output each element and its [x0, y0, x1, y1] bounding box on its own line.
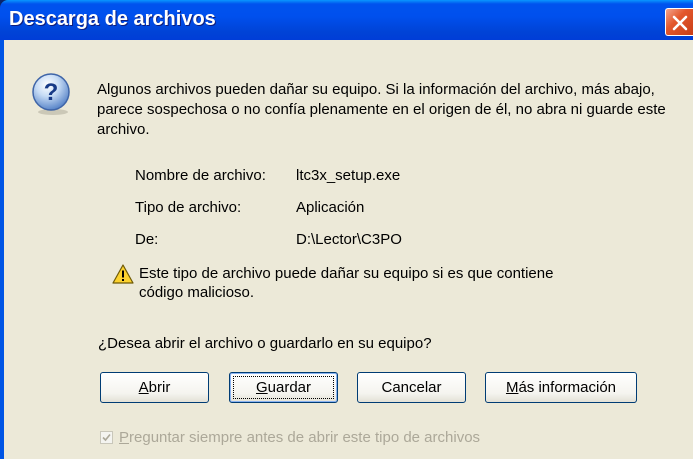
file-type-label: Tipo de archivo: — [135, 199, 242, 216]
file-name-value: ltc3x_setup.exe — [296, 167, 401, 184]
more-info-mnemonic: M — [505, 379, 519, 396]
cancel-button[interactable]: Cancelar — [357, 372, 466, 403]
always-ask-text: reguntar siempre antes de abrir este tip… — [129, 429, 481, 446]
focus-rectangle — [233, 376, 334, 399]
file-source-label: De: — [135, 231, 159, 248]
open-or-save-question: ¿Desea abrir el archivo o guardarlo en s… — [98, 335, 432, 352]
always-ask-mnemonic: P — [119, 429, 130, 446]
dialog-body: ? Algunos archivos pueden dañar su equip… — [4, 40, 693, 459]
file-name-label: Nombre de archivo: — [135, 167, 266, 184]
warning-message: Algunos archivos pueden dañar su equipo.… — [97, 81, 666, 138]
more-info-button[interactable]: Más información — [485, 372, 637, 403]
always-ask-checkbox — [100, 431, 113, 444]
window-title: Descarga de archivos — [9, 8, 216, 30]
checkmark-icon — [102, 433, 111, 442]
file-download-dialog: Descarga de archivos ? Algunos archivos … — [0, 0, 693, 459]
file-source-value: D:\Lector\C3PO — [296, 231, 402, 248]
close-button[interactable] — [665, 8, 693, 36]
svg-text:?: ? — [44, 79, 59, 106]
warning-icon — [112, 264, 134, 284]
file-type-value: Aplicación — [296, 199, 365, 216]
open-button-mnemonic: A — [138, 379, 149, 396]
cancel-button-label: Cancelar — [381, 379, 442, 396]
security-warning-text: Este tipo de archivo puede dañar su equi… — [139, 265, 554, 301]
save-button[interactable]: Guardar — [229, 372, 338, 403]
more-info-label: ás información — [518, 379, 617, 396]
always-ask-label: Preguntar siempre antes de abrir este ti… — [119, 429, 480, 447]
open-button-label: brir — [148, 379, 171, 396]
question-icon: ? — [32, 73, 70, 115]
open-button[interactable]: Abrir — [100, 372, 209, 403]
title-bar[interactable]: Descarga de archivos — [0, 0, 693, 40]
close-icon — [672, 15, 688, 31]
